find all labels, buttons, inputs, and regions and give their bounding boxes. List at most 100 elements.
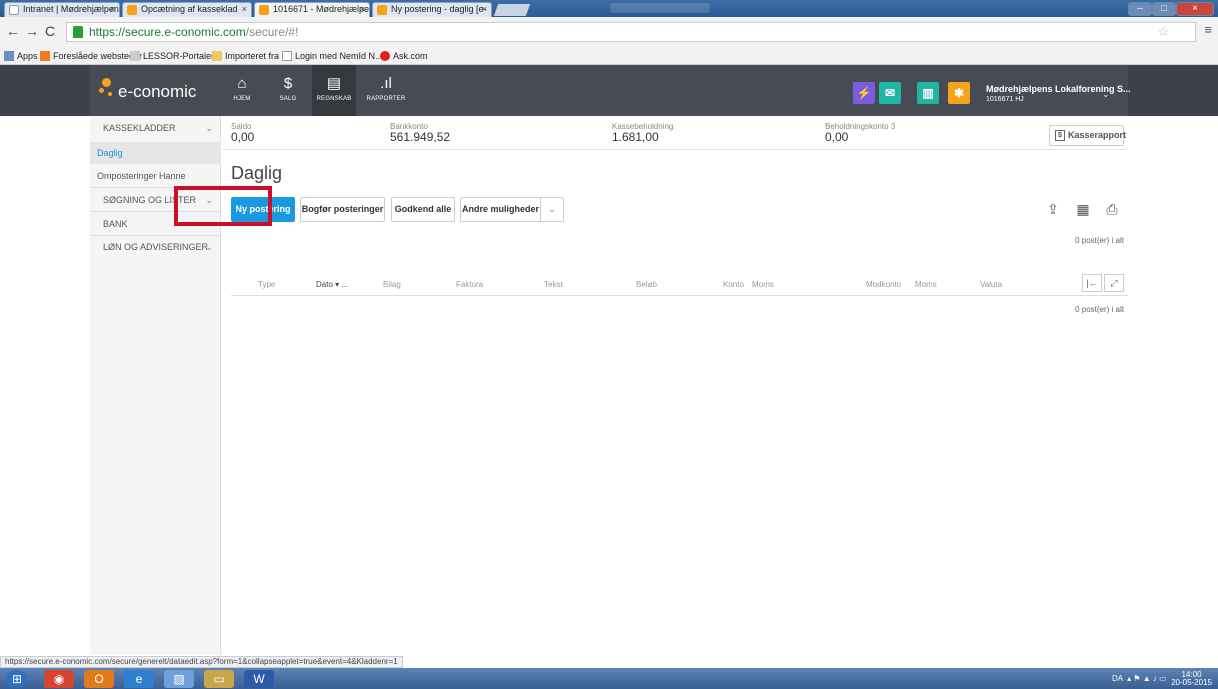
logo-mark-icon xyxy=(99,88,104,93)
andre-muligheder-dropdown[interactable]: ⌄ xyxy=(540,197,564,222)
column-header-modkonto[interactable]: Modkonto xyxy=(866,280,901,289)
book-icon[interactable]: ▥ xyxy=(917,82,939,104)
reload-icon[interactable]: C xyxy=(45,23,55,39)
nav-hjem[interactable]: ⌂ HJEM xyxy=(220,65,264,116)
new-tab-button[interactable] xyxy=(493,4,531,16)
column-header-konto[interactable]: Konto xyxy=(723,280,744,289)
dollar-document-icon: $ xyxy=(1055,130,1065,141)
forward-arrow-icon[interactable]: → xyxy=(25,23,39,39)
godkend-alle-button[interactable]: Godkend alle xyxy=(391,197,455,222)
bookmark-foreslaede[interactable]: Foreslåede websteder xyxy=(40,47,142,65)
menu-icon[interactable]: ≡ xyxy=(1204,22,1212,37)
expand-icon[interactable]: ⤢ xyxy=(1104,274,1124,292)
browser-tab[interactable]: Intranet | Mødrehjælpen × xyxy=(4,2,120,17)
bookmark-label: Login med NemId N... xyxy=(295,51,383,61)
chevron-down-icon: ⌄ xyxy=(205,123,213,133)
star-icon[interactable]: ☆ xyxy=(1157,23,1169,41)
apps-icon xyxy=(4,51,14,61)
outlook-icon[interactable]: O xyxy=(84,670,114,688)
upload-icon[interactable]: ⇪ xyxy=(1044,200,1062,218)
maximize-button[interactable]: □ xyxy=(1152,2,1176,16)
sidebar-item-label: KASSEKLADDER xyxy=(103,123,176,133)
start-button[interactable]: ⊞ xyxy=(6,670,28,688)
internet-explorer-icon[interactable]: e xyxy=(124,670,154,688)
tab-title: Opcætning af kasseklad xyxy=(141,4,238,14)
browser-tab-active[interactable]: 1016671 - Mødrehjælpen × xyxy=(254,2,370,17)
browser-tab[interactable]: Opcætning af kasseklad × xyxy=(122,2,252,17)
gear-icon[interactable]: ✱ xyxy=(948,82,970,104)
table-icon[interactable]: ▦ xyxy=(1074,200,1092,218)
nav-label: RAPPORTER xyxy=(366,96,406,102)
bookmark-nemid[interactable]: Login med NemId N... xyxy=(282,47,383,65)
language-indicator[interactable]: DA xyxy=(1112,674,1123,683)
bookmark-apps[interactable]: Apps xyxy=(4,47,38,65)
nav-label: HJEM xyxy=(233,96,251,102)
bookmark-lessor[interactable]: LESSOR-Portalen xyxy=(130,47,216,65)
button-label: Kasserapport xyxy=(1068,130,1127,140)
back-arrow-icon[interactable]: ← xyxy=(6,23,20,39)
logo-mark-icon xyxy=(108,92,112,96)
window-title-blur xyxy=(610,3,710,13)
browser-tab[interactable]: Ny postering - daglig [e- × xyxy=(372,2,492,17)
summary-value: 1.681,00 xyxy=(612,130,659,144)
close-icon[interactable]: × xyxy=(360,3,365,16)
photos-icon[interactable]: ▨ xyxy=(164,670,194,688)
chevron-down-icon: ⌄ xyxy=(548,204,556,214)
summary-kassebeholdning: Kassebeholdning 1.681,00 xyxy=(612,122,673,144)
windows-taskbar: ⊞ ◉ O e ▨ ▭ W DA ▴ ⚑ ▲ ♪ ▭ 14:00 20-05-2… xyxy=(0,668,1218,689)
column-header-valuta[interactable]: Valuta xyxy=(980,280,1002,289)
column-header-tekst[interactable]: Tekst xyxy=(544,280,563,289)
nav-label: REGNSKAB xyxy=(316,96,352,102)
nav-rapporter[interactable]: .ıl RAPPORTER xyxy=(360,65,412,116)
bookmark-ask[interactable]: Ask.com xyxy=(380,47,428,65)
file-explorer-icon[interactable]: ▭ xyxy=(204,670,234,688)
summary-bankkonto: Bankkonto 561.949,52 xyxy=(390,122,450,144)
minimize-button[interactable]: – xyxy=(1128,2,1152,16)
summary-bar: Saldo 0,00 Bankkonto 561.949,52 Kassebeh… xyxy=(222,116,1128,150)
column-header-dato[interactable]: Dato ▾ ... xyxy=(316,280,348,289)
sidebar-item-label: LØN OG ADVISERINGER xyxy=(103,242,209,252)
close-icon[interactable]: × xyxy=(242,3,247,16)
chat-icon[interactable]: ✉ xyxy=(879,82,901,104)
logo[interactable]: e-conomic xyxy=(99,78,197,102)
bookmark-ie[interactable]: Importeret fra IE xyxy=(212,47,290,65)
sidebar-subitem-omposteringer[interactable]: Omposteringer Hanne xyxy=(90,165,221,188)
status-bar-url: https://secure.e-conomic.com/secure/gene… xyxy=(0,656,403,668)
bookmark-label: Apps xyxy=(17,51,38,61)
column-header-moms-2[interactable]: Moms xyxy=(915,280,937,289)
nav-label: SALG xyxy=(279,96,297,102)
column-header-moms[interactable]: Moms xyxy=(752,280,774,289)
column-header-faktura[interactable]: Faktura xyxy=(456,280,483,289)
column-header-type[interactable]: Type xyxy=(258,280,275,289)
sidebar-subitem-daglig[interactable]: Daglig xyxy=(90,142,221,164)
nav-salg[interactable]: $ SALG xyxy=(266,65,310,116)
economic-favicon-icon xyxy=(377,5,387,15)
nav-regnskab[interactable]: ▤ REGNSKAB xyxy=(312,65,356,116)
close-window-button[interactable]: × xyxy=(1176,2,1214,16)
word-icon[interactable]: W xyxy=(244,670,274,688)
sidebar-item-lon[interactable]: LØN OG ADVISERINGER ⌄ xyxy=(90,236,221,258)
close-icon[interactable]: × xyxy=(482,3,487,16)
user-menu[interactable]: Mødrehjælpens Lokalforening S... 1016671… xyxy=(986,84,1131,103)
url-input[interactable]: https://secure.e-conomic.com/secure/#! ☆ xyxy=(66,22,1196,42)
summary-saldo: Saldo 0,00 xyxy=(231,122,254,144)
tray-icons[interactable]: ▴ ⚑ ▲ ♪ ▭ xyxy=(1125,674,1169,683)
bogfor-posteringer-button[interactable]: Bogfør posteringer xyxy=(300,197,385,222)
sidebar-item-label: Daglig xyxy=(97,148,123,158)
tab-title: 1016671 - Mødrehjælpen xyxy=(273,4,370,14)
chrome-icon[interactable]: ◉ xyxy=(44,670,74,688)
collapse-columns-icon[interactable]: |← xyxy=(1082,274,1102,292)
sidebar-item-kassekladder[interactable]: KASSEKLADDER ⌄ xyxy=(90,117,221,139)
post-count-top: 0 post(er) i alt xyxy=(1075,236,1124,245)
logo-text: e-conomic xyxy=(118,82,197,101)
bookmark-label: Foreslåede websteder xyxy=(53,51,143,61)
column-header-belob[interactable]: Beløb xyxy=(636,280,657,289)
close-icon[interactable]: × xyxy=(110,3,115,16)
andre-muligheder-button[interactable]: Andre muligheder xyxy=(460,197,540,222)
lightning-icon[interactable]: ⚡ xyxy=(853,82,875,104)
sort-desc-icon: ▾ ... xyxy=(335,280,349,289)
print-icon[interactable]: ⎙ xyxy=(1103,200,1121,218)
column-header-bilag[interactable]: Bilag xyxy=(383,280,401,289)
kasserapport-button[interactable]: $ Kasserapport xyxy=(1049,125,1127,146)
clock[interactable]: 14:00 20-05-2015 xyxy=(1171,671,1212,687)
